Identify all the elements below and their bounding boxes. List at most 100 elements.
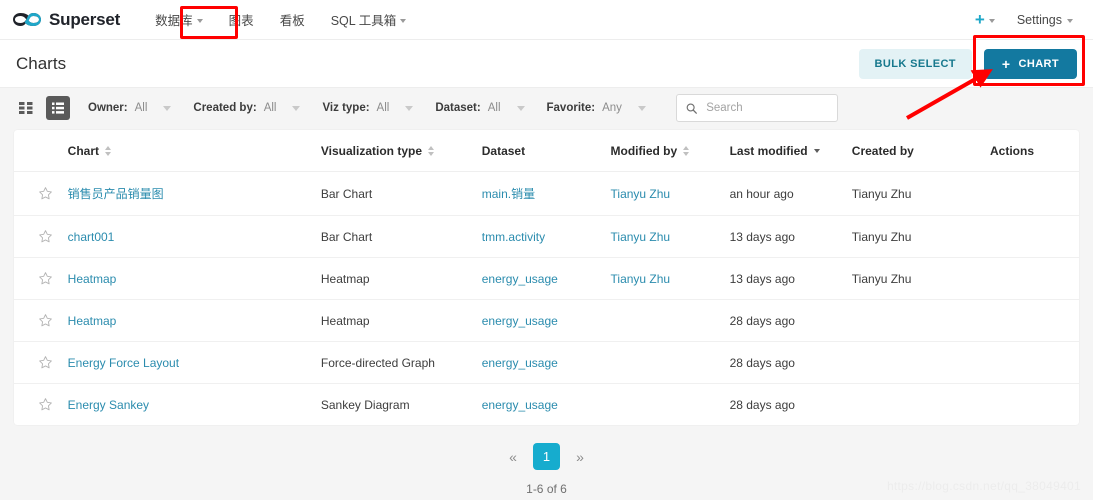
sort-icon[interactable] — [428, 146, 435, 156]
prev-page-button[interactable]: « — [504, 449, 522, 465]
th-visualization-type[interactable]: Visualization type — [320, 130, 482, 172]
th-created-by: Created by — [851, 130, 991, 172]
star-icon[interactable] — [38, 186, 53, 201]
nav-item-dashboards[interactable]: 看板 — [267, 4, 318, 35]
chart-link[interactable]: chart001 — [68, 230, 115, 244]
filter-favorite[interactable]: Favorite: Any — [547, 102, 646, 114]
search-icon — [686, 102, 697, 114]
sort-icon[interactable] — [105, 146, 111, 156]
th-chart[interactable]: Chart — [67, 130, 321, 172]
sort-desc-icon[interactable] — [813, 149, 820, 153]
nav-menu: 数据库 图表 看板 SQL 工具箱 — [142, 4, 419, 35]
cell-modified-by[interactable]: Tianyu Zhu — [610, 215, 730, 258]
card-view-button[interactable] — [14, 96, 38, 120]
table-row[interactable]: chart001 Bar Chart tmm.activity Tianyu Z… — [14, 215, 1079, 258]
nav-item-charts-label: 图表 — [228, 14, 254, 28]
cell-dataset[interactable]: energy_usage — [482, 384, 611, 426]
cell-actions[interactable] — [990, 215, 1079, 258]
sort-icon[interactable] — [683, 146, 690, 156]
settings-menu[interactable]: Settings — [1017, 13, 1073, 27]
cell-chart-name[interactable]: Heatmap — [67, 257, 321, 300]
cell-favorite[interactable] — [14, 384, 68, 426]
chevron-down-icon — [196, 18, 203, 23]
cell-favorite[interactable] — [14, 171, 68, 216]
dataset-link[interactable]: energy_usage — [482, 272, 558, 286]
modified-by-link[interactable]: Tianyu Zhu — [611, 272, 671, 286]
cell-favorite[interactable] — [14, 341, 68, 384]
table-row[interactable]: 销售员产品销量图 Bar Chart main.销量 Tianyu Zhu an… — [14, 171, 1079, 216]
nav-item-charts[interactable]: 图表 — [216, 4, 267, 35]
filter-created-by[interactable]: Created by: All — [193, 102, 301, 114]
modified-by-link[interactable]: Tianyu Zhu — [611, 187, 671, 201]
cell-modified-by[interactable]: Tianyu Zhu — [610, 257, 730, 300]
chart-link[interactable]: Energy Sankey — [68, 398, 149, 412]
chart-link[interactable]: Energy Force Layout — [68, 356, 179, 370]
table-row[interactable]: Heatmap Heatmap energy_usage Tianyu Zhu … — [14, 257, 1079, 300]
cell-chart-name[interactable]: Energy Force Layout — [67, 341, 321, 384]
cell-dataset[interactable]: tmm.activity — [481, 215, 611, 258]
filter-viz-type[interactable]: Viz type: All — [322, 102, 414, 114]
cell-viz-type: Heatmap — [320, 299, 482, 342]
list-view-button[interactable] — [46, 96, 70, 120]
dataset-link[interactable]: energy_usage — [482, 314, 558, 328]
table-row[interactable]: Energy Sankey Sankey Diagram energy_usag… — [14, 384, 1079, 426]
cell-dataset[interactable]: energy_usage — [481, 257, 611, 300]
next-page-button[interactable]: » — [571, 449, 589, 465]
pagination-range: 1-6 of 6 — [526, 482, 567, 496]
th-chart-label: Chart — [67, 144, 99, 158]
star-icon[interactable] — [38, 397, 53, 412]
chevron-down-icon — [988, 18, 995, 23]
search-input[interactable] — [704, 101, 828, 115]
cell-last-modified: an hour ago — [729, 171, 852, 216]
cell-favorite[interactable] — [14, 299, 68, 342]
chart-link[interactable]: Heatmap — [68, 272, 117, 286]
filter-owner-label: Owner: — [88, 102, 128, 114]
modified-by-link[interactable]: Tianyu Zhu — [611, 230, 671, 244]
cell-actions[interactable] — [990, 341, 1079, 384]
star-icon[interactable] — [38, 313, 53, 328]
dataset-link[interactable]: tmm.activity — [482, 230, 545, 244]
cell-chart-name[interactable]: Energy Sankey — [68, 384, 321, 426]
table-row[interactable]: Energy Force Layout Force-directed Graph… — [14, 341, 1079, 384]
chevron-down-icon — [292, 105, 301, 111]
th-modified-by[interactable]: Modified by — [610, 130, 730, 172]
page-number-1[interactable]: 1 — [533, 443, 560, 470]
star-icon[interactable] — [38, 229, 53, 244]
cell-actions[interactable] — [990, 171, 1079, 216]
th-last-modified[interactable]: Last modified — [729, 130, 852, 172]
cell-favorite[interactable] — [14, 257, 68, 300]
brand-logo-link[interactable]: Superset — [12, 10, 120, 30]
dataset-link[interactable]: energy_usage — [482, 356, 558, 370]
cell-chart-name[interactable]: 销售员产品销量图 — [67, 171, 321, 216]
chart-link[interactable]: Heatmap — [68, 314, 117, 328]
new-chart-button[interactable]: + CHART — [983, 48, 1077, 79]
cell-created-by: Tianyu Zhu — [851, 257, 991, 300]
nav-item-sql-lab[interactable]: SQL 工具箱 — [318, 4, 420, 35]
cell-favorite[interactable] — [14, 215, 68, 258]
cell-dataset[interactable]: energy_usage — [481, 341, 611, 384]
table-row[interactable]: Heatmap Heatmap energy_usage 28 days ago — [14, 299, 1079, 342]
star-icon[interactable] — [38, 355, 53, 370]
nav-item-databases[interactable]: 数据库 — [142, 4, 216, 35]
th-dataset-label: Dataset — [481, 144, 526, 158]
new-item-menu[interactable]: + — [975, 11, 995, 28]
filter-dataset[interactable]: Dataset: All — [435, 102, 525, 114]
th-visualization-type-label: Visualization type — [320, 144, 423, 158]
cell-dataset[interactable]: main.销量 — [481, 171, 611, 216]
cell-dataset[interactable]: energy_usage — [481, 299, 611, 342]
watermark: https://blog.csdn.net/qq_38049401 — [886, 479, 1081, 493]
cell-actions[interactable] — [990, 384, 1079, 426]
cell-actions[interactable] — [990, 299, 1079, 342]
dataset-link[interactable]: energy_usage — [482, 398, 558, 412]
search-box[interactable] — [675, 94, 838, 122]
cell-actions[interactable] — [990, 257, 1079, 300]
dataset-link[interactable]: main.销量 — [482, 187, 535, 201]
cell-modified-by[interactable]: Tianyu Zhu — [610, 171, 730, 216]
filter-owner[interactable]: Owner: All — [88, 102, 172, 114]
cell-chart-name[interactable]: Heatmap — [67, 299, 321, 342]
bulk-select-button[interactable]: BULK SELECT — [858, 48, 972, 79]
cell-modified-by — [610, 299, 730, 342]
star-icon[interactable] — [38, 271, 53, 286]
cell-chart-name[interactable]: chart001 — [67, 215, 321, 258]
chart-link[interactable]: 销售员产品销量图 — [68, 187, 164, 201]
